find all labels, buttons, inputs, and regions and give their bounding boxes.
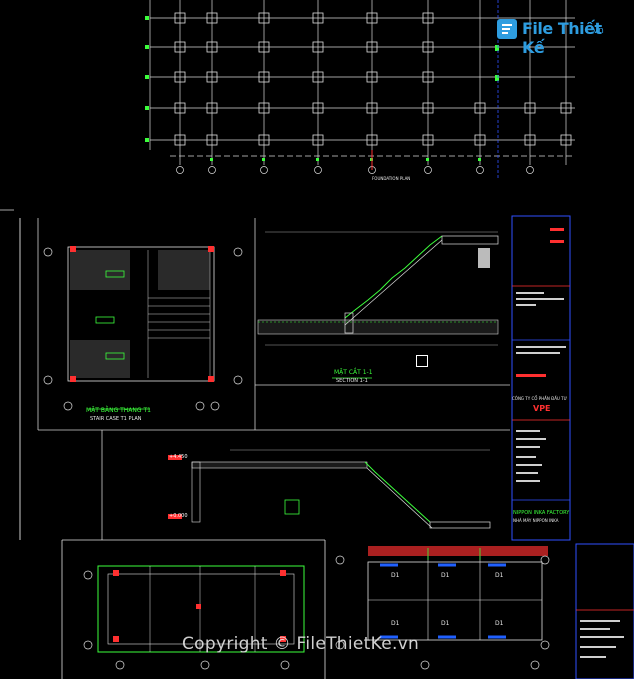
section-title-vn: MẶT CẮT 1-1 xyxy=(334,369,373,376)
pile-cap-label: D1 xyxy=(391,620,400,627)
logo-text: File Thiết Kế xyxy=(522,19,602,57)
foundation-plan-title: FOUNDATION PLAN xyxy=(372,176,411,181)
filethietke-logo: File Thiết Kế .vn xyxy=(494,14,606,57)
copyright-watermark: Copyright © FileThietKe.vn xyxy=(182,634,420,654)
title-block-project-vn: NHÀ MÁY NIPPON INKA xyxy=(513,518,559,523)
title-block-project: NIPPON INKA FACTORY xyxy=(513,510,570,516)
stair-plan-title-vn: MẶT BẰNG THANG T1 xyxy=(86,407,151,414)
title-block-logo: VPE xyxy=(533,404,551,413)
title-block-company: CÔNG TY CỔ PHẦN ĐẦU TƯ xyxy=(512,396,568,401)
elevation-label-top: +4.450 xyxy=(169,454,188,460)
stair-plan-title-en: STAIR CASE T1 PLAN xyxy=(90,416,142,422)
elevation-label-bottom: +0.000 xyxy=(169,513,188,519)
logo-icon xyxy=(497,19,517,39)
pile-cap-label: D1 xyxy=(391,572,400,579)
section-title-en: SECTION 1-1 xyxy=(336,378,368,384)
pile-cap-label: D1 xyxy=(441,572,450,579)
crosshair-cursor-icon xyxy=(416,355,428,367)
logo-ext: .vn xyxy=(590,26,604,36)
pile-cap-label: D1 xyxy=(495,572,504,579)
pile-cap-label: D1 xyxy=(441,620,450,627)
pile-cap-label: D1 xyxy=(495,620,504,627)
cad-drawing-canvas[interactable] xyxy=(0,0,634,679)
